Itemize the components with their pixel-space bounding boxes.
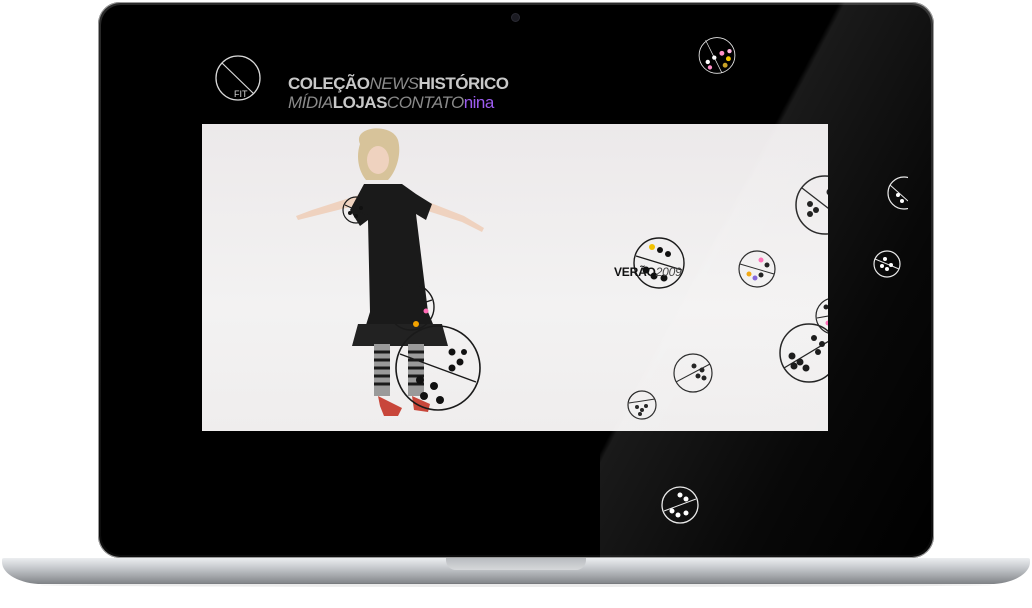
laptop-notch <box>446 558 586 570</box>
svg-text:FIT: FIT <box>234 89 248 99</box>
nav-lojas[interactable]: LOJAS <box>333 93 388 112</box>
collection-title: VERÃO2009 <box>614 265 682 279</box>
nav-colecao[interactable]: COLEÇÃO <box>288 74 370 93</box>
domino-circle-icon <box>633 237 685 289</box>
domino-circle-icon <box>342 196 370 224</box>
laptop-shadow <box>40 583 992 587</box>
domino-circle-icon <box>395 325 481 411</box>
domino-circle-icon <box>673 353 713 393</box>
collection-title-year: 2009 <box>655 265 682 279</box>
domino-circle-icon <box>627 390 657 420</box>
webcam-icon <box>512 14 519 21</box>
main-nav: COLEÇÃONEWSHISTÓRICO MÍDIALOJASCONTATOni… <box>288 74 548 112</box>
fit-logo-icon[interactable]: FIT <box>214 54 262 102</box>
domino-circle-icon <box>661 486 699 524</box>
girl-figure <box>296 128 484 416</box>
collection-photo[interactable]: VERÃO2009 <box>202 124 828 431</box>
domino-circle-icon <box>887 176 908 210</box>
domino-circle-icon <box>815 298 828 334</box>
nav-contato[interactable]: CONTATO <box>387 93 464 112</box>
nav-row-1: COLEÇÃONEWSHISTÓRICO <box>288 74 548 93</box>
nav-news[interactable]: NEWS <box>370 74 420 93</box>
domino-circle-icon <box>795 175 828 235</box>
nav-historico[interactable]: HISTÓRICO <box>419 74 509 93</box>
domino-circle-icon <box>738 250 776 288</box>
collection-title-season: VERÃO <box>614 265 656 279</box>
domino-circle-icon <box>873 250 901 278</box>
nav-row-2: MÍDIALOJASCONTATOnina <box>288 93 548 112</box>
domino-circle-icon <box>698 37 736 74</box>
nav-nina[interactable]: nina <box>464 93 495 112</box>
nav-midia[interactable]: MÍDIA <box>288 93 333 112</box>
website-screen: FIT COLEÇÃONEWSHISTÓRICO MÍDIALOJASCONTA… <box>124 37 908 525</box>
